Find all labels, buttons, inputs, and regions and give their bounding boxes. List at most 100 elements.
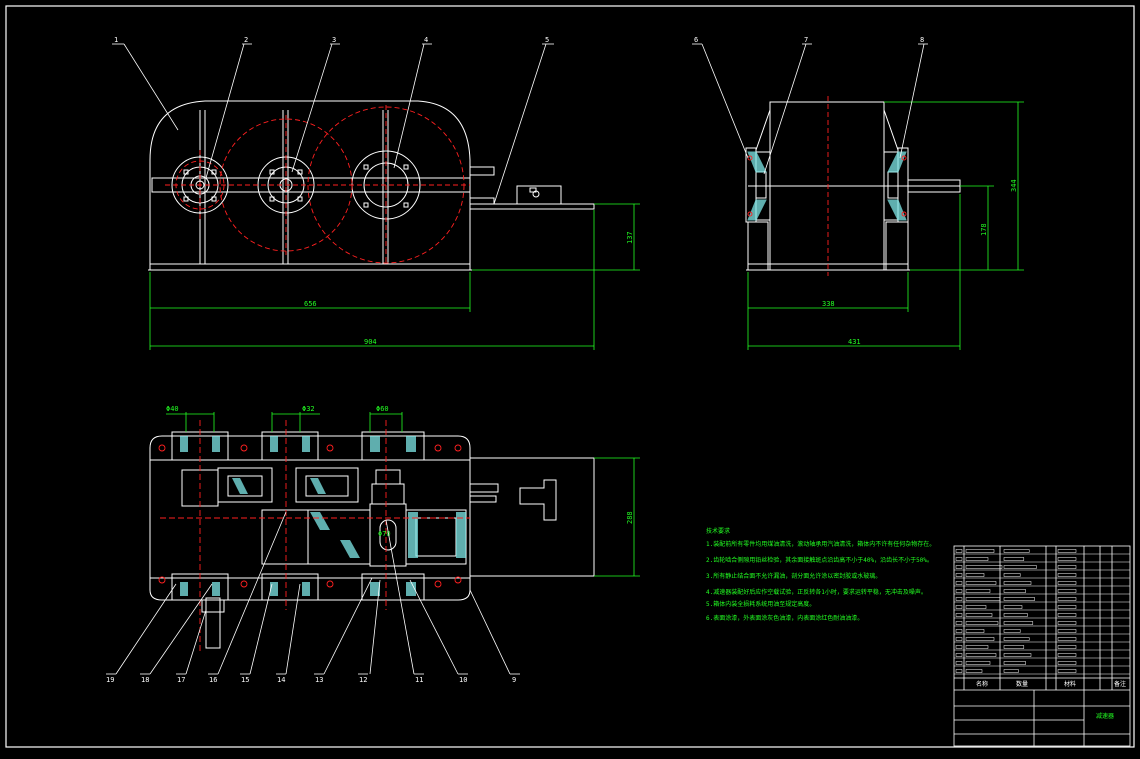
notes-line-2: 2.齿轮啮合侧隙用铅丝检验，其余面接触斑点沿齿高不小于40%，沿齿长不小于50%… [706, 556, 933, 564]
dim-side-height-total: 344 [1010, 179, 1018, 192]
balloon-1: 1 [114, 36, 118, 44]
dim-plan-depth: 288 [626, 511, 634, 524]
tb-cell-mark [965, 613, 993, 617]
tb-cell-mark [1003, 613, 1028, 617]
plan-dimensions [166, 412, 640, 577]
tb-cell-mark [1003, 669, 1019, 673]
tb-cell-mark [965, 669, 983, 673]
balloon-3: 3 [332, 36, 336, 44]
balloon-7: 7 [804, 36, 808, 44]
tb-cell-mark [955, 573, 963, 577]
tb-cell-mark [965, 589, 991, 593]
front-dimensions [149, 203, 640, 350]
tb-cell-mark [1003, 557, 1025, 561]
cad-drawing-sheet: 656 904 137 338 431 344 178 288 Φ40 Φ32 … [5, 5, 1135, 748]
dim-shaft3: Φ60 [376, 405, 389, 413]
tb-cell-mark [1003, 629, 1021, 633]
tb-cell-mark [1057, 597, 1077, 601]
notes-line-1: 1.装配前所有零件均用煤油清洗，滚动轴承用汽油清洗，箱体内不许有任何杂物存在。 [706, 540, 935, 548]
plan-view [149, 431, 595, 649]
drawing-frame [5, 5, 1135, 748]
tb-cell-mark [1057, 645, 1077, 649]
tb-cell-mark [1003, 581, 1032, 585]
title-block-fill [955, 549, 1077, 673]
dim-side-height-shaft: 178 [980, 223, 988, 236]
tb-cell-mark [965, 621, 999, 625]
tb-cell-mark [955, 549, 963, 553]
tb-cell-mark [1057, 589, 1077, 593]
dim-front-total-width: 904 [364, 338, 377, 346]
tb-cell-mark [1003, 589, 1026, 593]
tb-cell-mark [1057, 565, 1077, 569]
tb-cell-mark [965, 597, 1001, 601]
tb-cell-mark [965, 605, 987, 609]
notes-line-3: 3.所有静止结合面不允许漏油，剖分面允许涂以密封胶或水玻璃。 [706, 572, 881, 580]
tb-cell-mark [1003, 565, 1037, 569]
notes-line-5: 5.箱体内装全损耗系统用油至规定高度。 [706, 600, 815, 608]
dim-front-body-width: 656 [304, 300, 317, 308]
title-block-rows [954, 553, 1130, 675]
dim-side-total-width: 431 [848, 338, 861, 346]
dim-shaft2: Φ32 [302, 405, 315, 413]
tb-cell-mark [965, 549, 995, 553]
tb-cell-mark [1003, 621, 1034, 625]
tb-cell-mark [955, 637, 963, 641]
tb-cell-mark [955, 669, 963, 673]
balloon-17: 17 [177, 676, 185, 684]
dim-shaft1: Φ40 [166, 405, 179, 413]
tb-cell-mark [1003, 653, 1032, 657]
tb-cell-mark [1057, 549, 1077, 553]
tb-cell-mark [965, 653, 997, 657]
balloon-12: 12 [359, 676, 367, 684]
tb-cell-mark [965, 573, 985, 577]
tb-cell-mark [1003, 573, 1021, 577]
balloon-15: 15 [241, 676, 249, 684]
tb-cell-mark [965, 629, 985, 633]
tb-col-name: 名称 [976, 680, 988, 688]
tb-cell-mark [955, 645, 963, 649]
tb-cell-mark [955, 661, 963, 665]
tb-cell-mark [1003, 549, 1030, 553]
tb-cell-mark [955, 597, 963, 601]
notes-line-6: 6.表面涂漆，外表面涂灰色油漆，内表面涂红色耐油油漆。 [706, 614, 863, 622]
dim-front-height: 137 [626, 231, 634, 244]
balloon-13: 13 [315, 676, 323, 684]
side-view [745, 101, 961, 271]
balloon-5: 5 [545, 36, 549, 44]
tb-cell-mark [1003, 637, 1030, 641]
tb-cell-mark [955, 565, 963, 569]
tb-cell-mark [955, 653, 963, 657]
notes-line-4: 4.减速器装配好后应作空载试验，正反转各1小时，要求运转平稳，无冲击及噪声。 [706, 588, 927, 596]
tb-cell-mark [1057, 613, 1077, 617]
balloon-19: 19 [106, 676, 114, 684]
tb-cell-mark [1003, 605, 1023, 609]
tb-cell-mark [1057, 653, 1077, 657]
tb-cell-mark [955, 557, 963, 561]
tb-cell-mark [965, 645, 989, 649]
notes-title: 技术要求 [706, 527, 730, 535]
tb-cell-mark [965, 581, 997, 585]
tb-cell-mark [965, 661, 991, 665]
balloon-10: 10 [459, 676, 467, 684]
tb-col-qty: 数量 [1016, 680, 1028, 688]
balloon-9: 9 [512, 676, 516, 684]
tb-cell-mark [955, 621, 963, 625]
tb-cell-mark [1057, 661, 1077, 665]
tb-cell-mark [955, 613, 963, 617]
balloon-4: 4 [424, 36, 428, 44]
balloon-16: 16 [209, 676, 217, 684]
balloon-14: 14 [277, 676, 285, 684]
tb-cell-mark [955, 629, 963, 633]
balloon-8: 8 [920, 36, 924, 44]
front-pitch-circles [165, 105, 470, 265]
tb-cell-mark [1057, 621, 1077, 625]
balloon-18: 18 [141, 676, 149, 684]
tb-cell-mark [1057, 605, 1077, 609]
tb-col-remark: 备注 [1114, 680, 1126, 688]
dim-side-body-width: 338 [822, 300, 835, 308]
balloon-6: 6 [694, 36, 698, 44]
tb-cell-mark [1057, 557, 1077, 561]
tb-cell-mark [1003, 645, 1025, 649]
tb-cell-mark [1057, 581, 1077, 585]
tb-cell-mark [1057, 573, 1077, 577]
